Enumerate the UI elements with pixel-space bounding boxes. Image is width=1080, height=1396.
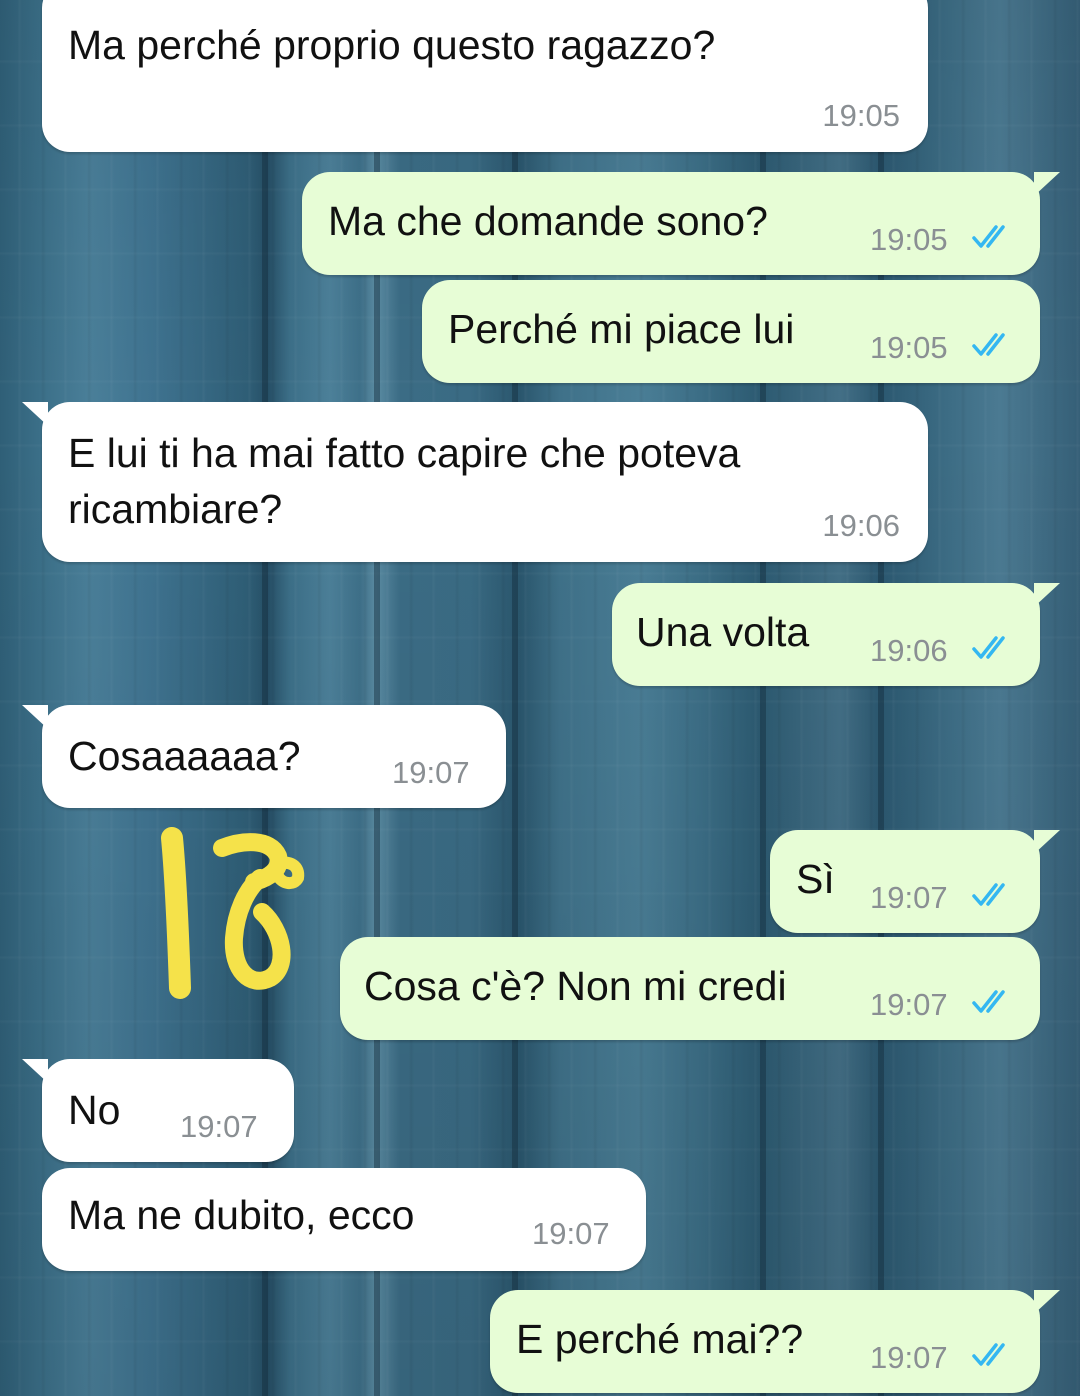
- message-time: 19:06: [870, 633, 948, 668]
- message-time: 19:05: [870, 330, 948, 365]
- message-time: 19:07: [392, 755, 470, 790]
- read-ticks-icon: [972, 883, 1005, 906]
- message-text: E perché mai??: [516, 1316, 804, 1362]
- message-time: 19:07: [870, 880, 948, 915]
- message-text: E lui ti ha mai fatto capire che poteva: [68, 430, 741, 476]
- message-bubble-incoming[interactable]: Ma ne dubito, ecco 19:07: [42, 1168, 646, 1271]
- message-bubble-outgoing[interactable]: Sì 19:07: [770, 830, 1060, 933]
- message-text: Una volta: [636, 609, 810, 655]
- read-ticks-icon: [972, 225, 1005, 248]
- read-ticks-icon: [972, 990, 1005, 1013]
- message-text: Ma che domande sono?: [328, 198, 768, 244]
- message-bubble-incoming[interactable]: Ma perché proprio questo ragazzo? 19:05: [42, 0, 928, 152]
- message-text: Cosaaaaaa?: [68, 733, 301, 779]
- message-time: 19:06: [822, 508, 900, 543]
- message-bubble-outgoing[interactable]: Cosa c'è? Non mi credi 19:07: [340, 937, 1040, 1040]
- message-bubble-outgoing[interactable]: Perché mi piace lui 19:05: [422, 280, 1040, 383]
- handwritten-18-annotation: [161, 827, 305, 999]
- message-bubble-incoming[interactable]: E lui ti ha mai fatto capire che poteva …: [22, 402, 928, 562]
- message-bubble-incoming[interactable]: Cosaaaaaa? 19:07: [22, 705, 506, 808]
- message-bubble-incoming[interactable]: No 19:07: [22, 1059, 294, 1162]
- message-time: 19:07: [870, 1340, 948, 1375]
- message-text: Cosa c'è? Non mi credi: [364, 963, 787, 1009]
- message-time: 19:05: [822, 98, 900, 133]
- message-time: 19:05: [870, 222, 948, 257]
- read-ticks-icon: [972, 333, 1005, 356]
- message-text: Perché mi piace lui: [448, 306, 795, 352]
- message-bubble-outgoing[interactable]: E perché mai?? 19:07: [490, 1290, 1060, 1393]
- message-time: 19:07: [532, 1216, 610, 1251]
- message-text: Ma perché proprio questo ragazzo?: [68, 22, 716, 68]
- message-bubble-outgoing[interactable]: Ma che domande sono? 19:05: [302, 172, 1060, 275]
- message-time: 19:07: [870, 987, 948, 1022]
- message-bubble-outgoing[interactable]: Una volta 19:06: [612, 583, 1060, 686]
- message-text: Ma ne dubito, ecco: [68, 1192, 415, 1238]
- read-ticks-icon: [972, 636, 1005, 659]
- message-text-line2: ricambiare?: [68, 486, 283, 532]
- read-ticks-icon: [972, 1343, 1005, 1366]
- message-text: No: [68, 1087, 121, 1133]
- message-text: Sì: [796, 856, 835, 902]
- message-time: 19:07: [180, 1109, 258, 1144]
